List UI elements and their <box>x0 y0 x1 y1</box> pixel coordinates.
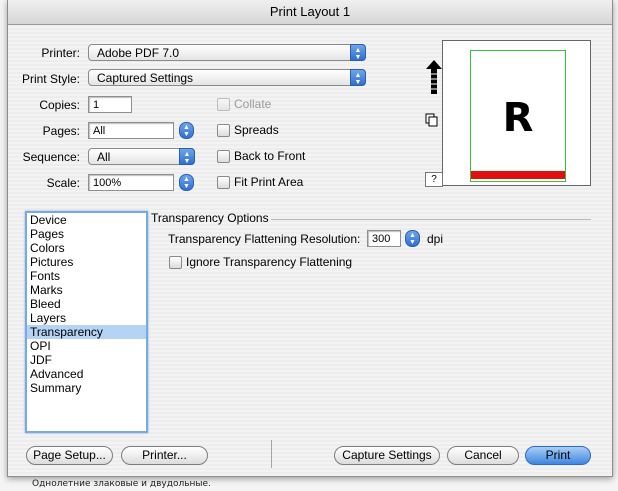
chevron-updown-icon: ▲ ▼ <box>350 44 366 61</box>
button-separator <box>271 440 272 468</box>
print-dialog: Print Layout 1 Printer: Adobe PDF 7.0 ▲ ▼… <box>7 0 613 477</box>
print-style-label: Print Style: <box>21 72 80 86</box>
spreads-label: Spreads <box>234 123 279 137</box>
scale-label: Scale: <box>46 176 80 190</box>
print-button[interactable]: Print <box>525 446 591 465</box>
page-setup-button[interactable]: Page Setup... <box>26 446 113 465</box>
scale-stepper[interactable]: ▲ ▼ <box>179 174 194 191</box>
dpi-unit-label: dpi <box>427 232 444 246</box>
preview-letter: R <box>502 95 534 141</box>
list-item-fonts[interactable]: Fonts <box>27 269 146 283</box>
print-style-popup[interactable]: Captured Settings ▲ ▼ <box>88 69 366 86</box>
list-item-jdf[interactable]: JDF <box>27 353 146 367</box>
flattening-resolution-stepper[interactable]: ▲ ▼ <box>405 230 420 247</box>
fit-print-area-checkbox[interactable] <box>217 176 230 189</box>
list-item-device[interactable]: Device <box>27 213 146 227</box>
page-preview: R <box>442 40 591 186</box>
help-button[interactable]: ? <box>425 172 443 187</box>
list-item-summary[interactable]: Summary <box>27 381 146 395</box>
list-item-bleed[interactable]: Bleed <box>27 297 146 311</box>
pages-field[interactable]: All <box>88 122 174 139</box>
list-item-layers[interactable]: Layers <box>27 311 146 325</box>
capture-settings-button[interactable]: Capture Settings <box>334 446 440 465</box>
spreads-checkbox[interactable] <box>217 124 230 137</box>
printer-label: Printer: <box>41 46 80 60</box>
list-item-colors[interactable]: Colors <box>27 241 146 255</box>
list-item-transparency[interactable]: Transparency <box>27 325 146 339</box>
orientation-arrow-icon[interactable] <box>426 60 442 94</box>
cancel-button[interactable]: Cancel <box>447 446 519 465</box>
bleed-bar <box>471 171 565 179</box>
copies-label: Copies: <box>39 98 80 112</box>
transparency-group-title: Transparency Options <box>151 211 269 225</box>
printer-popup[interactable]: Adobe PDF 7.0 ▲ ▼ <box>88 44 366 61</box>
collate-label: Collate <box>234 97 272 111</box>
copies-field[interactable]: 1 <box>88 96 132 113</box>
list-item-opi[interactable]: OPI <box>27 339 146 353</box>
back-to-front-label: Back to Front <box>234 149 306 163</box>
list-item-marks[interactable]: Marks <box>27 283 146 297</box>
flattening-resolution-label: Transparency Flattening Resolution: <box>168 232 361 246</box>
sequence-value: All <box>97 150 111 164</box>
duplicate-pages-icon[interactable] <box>425 113 439 127</box>
dialog-title: Print Layout 1 <box>8 0 612 25</box>
pages-stepper[interactable]: ▲ ▼ <box>179 122 194 139</box>
sequence-label: Sequence: <box>22 150 80 164</box>
list-item-advanced[interactable]: Advanced <box>27 367 146 381</box>
chevron-updown-icon: ▲ ▼ <box>350 69 366 86</box>
group-divider <box>271 219 591 220</box>
fit-print-area-label: Fit Print Area <box>234 175 304 189</box>
preview-page: R <box>470 50 566 182</box>
settings-category-list[interactable]: Device Pages Colors Pictures Fonts Marks… <box>25 211 148 433</box>
background-doc-text: Однолетние злаковые и двудольные. <box>32 479 211 489</box>
sequence-popup[interactable]: All ▲ ▼ <box>88 148 195 165</box>
printer-button[interactable]: Printer... <box>121 446 208 465</box>
ignore-flattening-label: Ignore Transparency Flattening <box>186 255 353 269</box>
flattening-resolution-field[interactable]: 300 <box>367 230 401 247</box>
pages-label: Pages: <box>42 124 80 138</box>
scale-field[interactable]: 100% <box>88 174 174 191</box>
print-style-value: Captured Settings <box>97 71 194 85</box>
collate-checkbox[interactable] <box>217 98 230 111</box>
back-to-front-checkbox[interactable] <box>217 150 230 163</box>
printer-value: Adobe PDF 7.0 <box>97 46 180 60</box>
list-item-pictures[interactable]: Pictures <box>27 255 146 269</box>
list-item-pages[interactable]: Pages <box>27 227 146 241</box>
chevron-updown-icon: ▲ ▼ <box>179 148 195 165</box>
ignore-flattening-checkbox[interactable] <box>169 256 182 269</box>
